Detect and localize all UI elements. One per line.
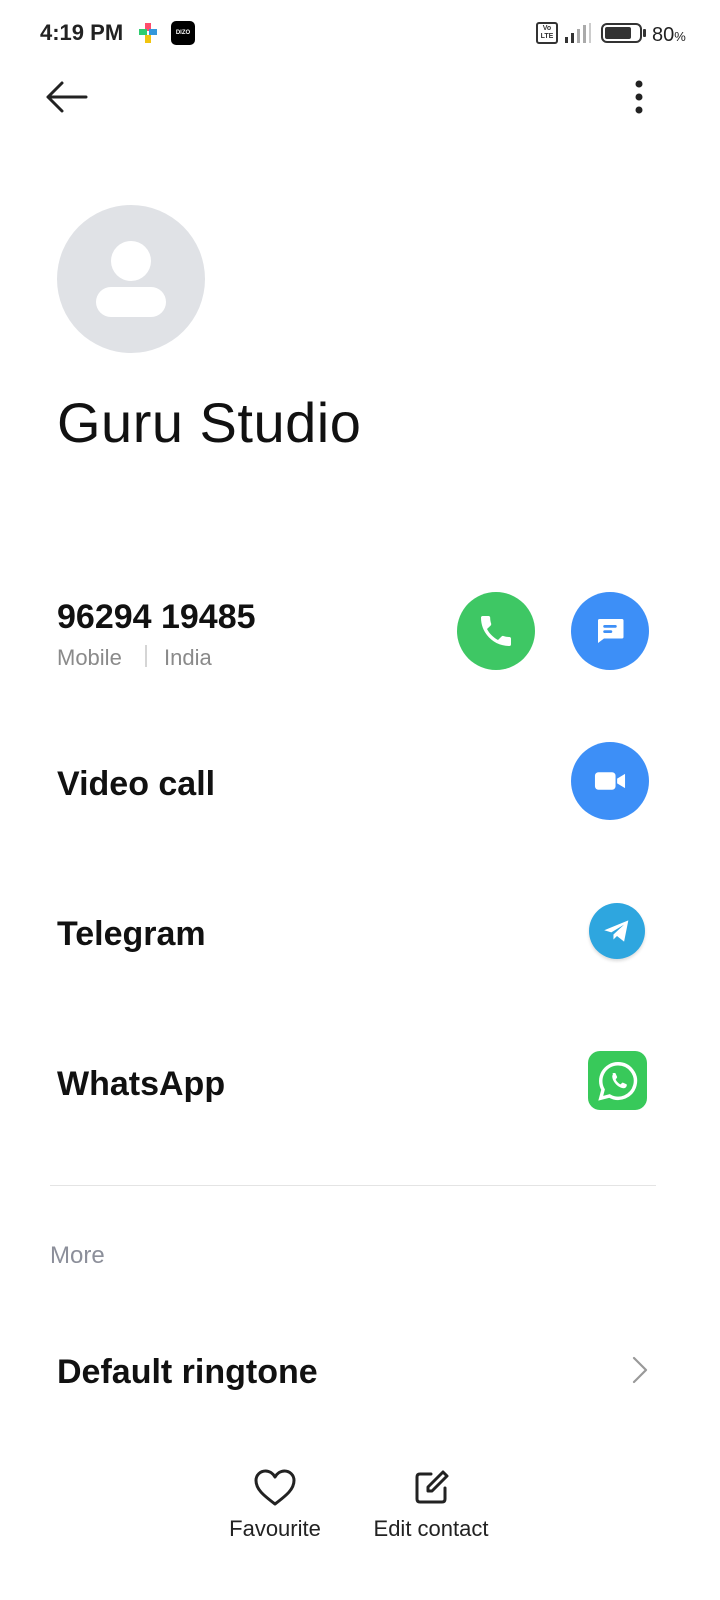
telegram-label[interactable]: Telegram (57, 915, 206, 954)
dizo-app-icon: DIZO (171, 21, 195, 45)
favourite-label: Favourite (229, 1516, 321, 1541)
edit-contact-label: Edit contact (373, 1516, 489, 1541)
battery-percent-value: 80 (652, 24, 675, 46)
phone-country: India (164, 645, 212, 670)
video-call-button[interactable] (571, 742, 649, 820)
favourite-button[interactable]: Favourite (222, 1468, 328, 1550)
battery-icon (601, 23, 646, 43)
signal-icon (565, 23, 591, 43)
chevron-right-icon (632, 1356, 648, 1384)
telegram-button[interactable] (589, 903, 645, 959)
whatsapp-icon (597, 1061, 637, 1101)
battery-percent: 80% (652, 24, 686, 47)
edit-icon (415, 1470, 449, 1504)
back-button[interactable] (40, 72, 92, 122)
message-button[interactable] (571, 592, 649, 670)
contact-avatar[interactable] (57, 205, 205, 353)
avatar-head-shape (111, 241, 151, 281)
contact-name: Guru Studio (57, 391, 362, 454)
video-call-label[interactable]: Video call (57, 765, 215, 804)
whatsapp-label[interactable]: WhatsApp (57, 1065, 225, 1104)
heart-icon (254, 1469, 296, 1506)
edit-contact-button[interactable]: Edit contact (365, 1468, 497, 1550)
status-time: 4:19 PM (40, 20, 124, 45)
telegram-icon (604, 920, 629, 942)
ringtone-row-button[interactable] (630, 1355, 652, 1385)
phone-type: Mobile (57, 645, 122, 670)
whatsapp-button[interactable] (588, 1051, 647, 1110)
arrow-left-icon (46, 81, 88, 113)
avatar-body-shape (96, 287, 166, 317)
video-camera-icon (594, 772, 626, 790)
default-ringtone-label[interactable]: Default ringtone (57, 1353, 318, 1392)
app-notification-icon (139, 23, 157, 43)
phone-number[interactable]: 96294 19485 (57, 598, 256, 637)
volte-icon: Vo LTE (536, 22, 558, 44)
battery-percent-sign: % (674, 29, 686, 44)
more-vertical-icon (635, 80, 643, 114)
more-section-title: More (50, 1242, 105, 1269)
phone-divider (145, 645, 147, 667)
message-icon (598, 619, 624, 643)
section-divider (50, 1185, 656, 1186)
call-button[interactable] (457, 592, 535, 670)
more-options-button[interactable] (620, 72, 660, 122)
phone-icon (481, 616, 511, 646)
